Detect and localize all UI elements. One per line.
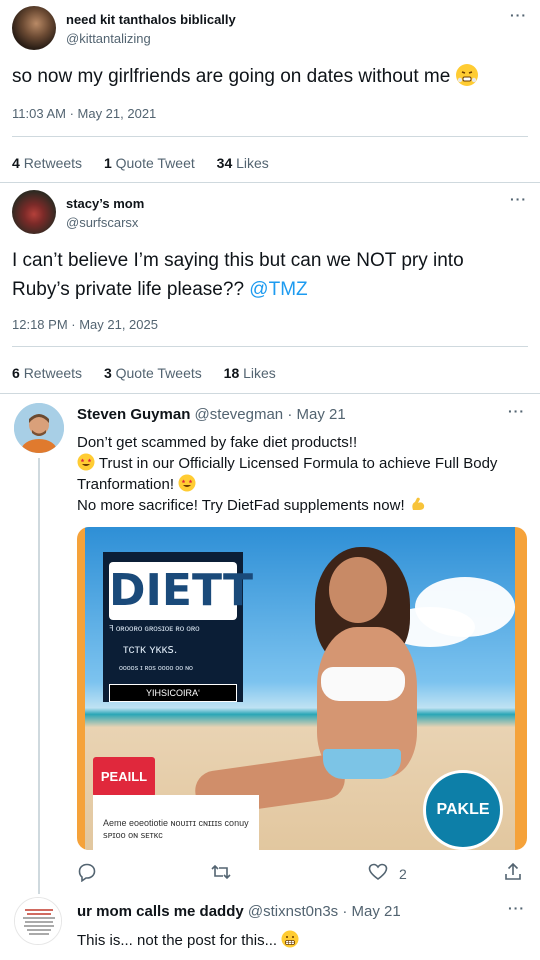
- like-count[interactable]: 2: [399, 866, 407, 892]
- more-dots-icon[interactable]: ···: [510, 7, 527, 23]
- diet-logo: DIETT: [109, 562, 253, 620]
- timestamp[interactable]: 12:18 PM · May 21, 2025: [12, 317, 158, 332]
- tweet-text: so now my girlfriends are going on dates…: [12, 62, 478, 91]
- ad-bottom-text: Aeme eoeotiotie ɴᴏᴜɪᴛɪ ᴄɴɪɪɪs conuy ꜱᴘɪᴏ…: [93, 795, 259, 850]
- grimacing-emoji-icon: [281, 930, 299, 949]
- ad-background: DIETT ꟻ ᴏʀᴏᴏʀᴏ ɢʀᴏꜱɪᴏᴇ ʀᴏ ᴏʀᴏ ᴛᴄᴛᴋ ʏᴋᴋꜱ.…: [85, 527, 515, 850]
- tweet-date[interactable]: · May 21: [287, 406, 345, 423]
- flexed-biceps-emoji-icon: [409, 497, 427, 514]
- mention-link[interactable]: @TMZ: [249, 279, 307, 300]
- share-icon[interactable]: [503, 862, 525, 884]
- quote-tweets-stat[interactable]: 3 Quote Tweets: [104, 365, 202, 381]
- ad-subline-2: ᴛᴄᴛᴋ ʏᴋᴋꜱ.: [123, 642, 178, 656]
- avatar[interactable]: [12, 190, 56, 234]
- likes-stat[interactable]: 34 Likes: [217, 155, 269, 171]
- more-dots-icon[interactable]: ···: [508, 900, 525, 916]
- tweet-text: This is... not the post for this...: [77, 930, 299, 949]
- woman-top: [321, 667, 405, 701]
- display-name[interactable]: need kit tanthalos biblically: [66, 12, 236, 27]
- tweet-card-2[interactable]: stacy’s mom @surfscarsx ··· I can’t beli…: [0, 184, 540, 394]
- tweet-date[interactable]: · May 21: [342, 903, 400, 920]
- ad-panel: DIETT ꟻ ᴏʀᴏᴏʀᴏ ɢʀᴏꜱɪᴏᴇ ʀᴏ ᴏʀᴏ ᴛᴄᴛᴋ ʏᴋᴋꜱ.…: [103, 552, 253, 702]
- tweet-line-3: No more sacrifice! Try DietFad supplemen…: [77, 495, 527, 516]
- quote-tweets-stat[interactable]: 1 Quote Tweet: [104, 155, 195, 171]
- steam-face-emoji-icon: [455, 64, 478, 86]
- retweet-icon[interactable]: [210, 862, 232, 884]
- user-handle[interactable]: @surfscarsx: [66, 215, 138, 230]
- thread-line: [38, 458, 40, 894]
- retweets-stat[interactable]: 6 Retweets: [12, 365, 82, 381]
- display-name[interactable]: ur mom calls me daddy: [77, 903, 244, 920]
- tweet-line-2: Trust in our Officially Licensed Formula…: [77, 453, 498, 493]
- tweet-media-image[interactable]: DIETT ꟻ ᴏʀᴏᴏʀᴏ ɢʀᴏꜱɪᴏᴇ ʀᴏ ᴏʀᴏ ᴛᴄᴛᴋ ʏᴋᴋꜱ.…: [77, 527, 527, 850]
- tweet-header: Steven Guyman @stevegman · May 21: [77, 406, 346, 423]
- woman-face: [329, 557, 387, 623]
- user-handle[interactable]: @stevegman: [195, 406, 284, 423]
- avatar[interactable]: [12, 6, 56, 50]
- tweet-text: Don’t get scammed by fake diet products!…: [77, 432, 527, 516]
- tweet-text: I can’t believe I’m saying this but can …: [12, 250, 464, 300]
- divider: [12, 346, 528, 347]
- engagement-stats: 4 Retweets 1 Quote Tweet 34 Likes: [12, 155, 269, 171]
- timestamp[interactable]: 11:03 AM · May 21, 2021: [12, 106, 156, 121]
- ad-badge: PAKLE: [423, 770, 503, 850]
- user-handle[interactable]: @kittantalizing: [66, 31, 151, 46]
- tweet-card-1[interactable]: need kit tanthalos biblically @kittantal…: [0, 0, 540, 183]
- like-icon[interactable]: [368, 862, 390, 884]
- avatar[interactable]: [14, 897, 62, 945]
- more-dots-icon[interactable]: ···: [510, 191, 527, 207]
- ad-bar: YIHSICOIRAʻ: [109, 684, 237, 702]
- divider: [12, 136, 528, 137]
- tweet-line-1: Don’t get scammed by fake diet products!…: [77, 434, 358, 451]
- engagement-stats: 6 Retweets 3 Quote Tweets 18 Likes: [12, 365, 276, 381]
- star-struck-emoji-icon: [178, 474, 196, 493]
- likes-stat[interactable]: 18 Likes: [224, 365, 276, 381]
- reply-icon[interactable]: [77, 862, 99, 884]
- user-handle[interactable]: @stixnst0n3s: [248, 903, 338, 920]
- woman-swimsuit: [323, 749, 401, 779]
- more-dots-icon[interactable]: ···: [508, 403, 525, 419]
- ad-red-label: PEAILL: [93, 757, 155, 797]
- display-name[interactable]: Steven Guyman: [77, 406, 190, 423]
- avatar[interactable]: [14, 403, 64, 453]
- tweet-header: ur mom calls me daddy @stixnst0n3s · May…: [77, 903, 401, 920]
- ad-subline-3: ᴏᴏᴏᴏꜱ ɪ ʀᴏꜱ ᴏᴏᴏᴏ ᴏᴏ ɴᴏ: [119, 665, 193, 672]
- ad-subline-1: ꟻ ᴏʀᴏᴏʀᴏ ɢʀᴏꜱɪᴏᴇ ʀᴏ ᴏʀᴏ: [109, 624, 200, 633]
- display-name[interactable]: stacy’s mom: [66, 196, 144, 211]
- star-struck-emoji-icon: [77, 453, 95, 472]
- retweets-stat[interactable]: 4 Retweets: [12, 155, 82, 171]
